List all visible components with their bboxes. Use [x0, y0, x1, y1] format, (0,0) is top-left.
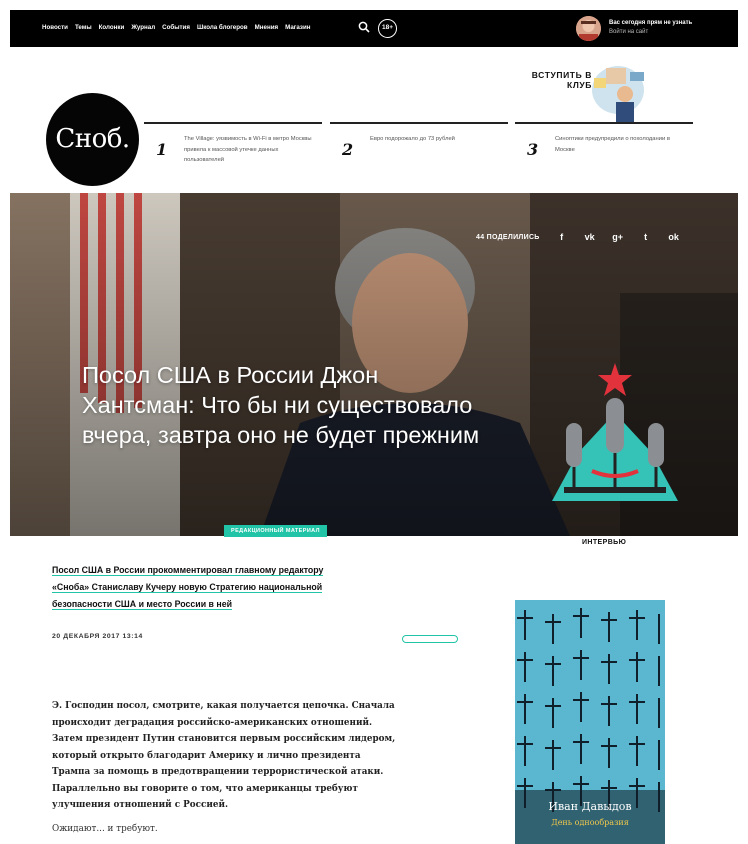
body-line: происходит деградация российско-американ…: [52, 717, 373, 728]
article-body: Э. Господин посол, смотрите, какая получ…: [52, 698, 462, 814]
article-title[interactable]: Посол США в России Джон Хантсман: Что бы…: [82, 360, 482, 450]
body-line: который открыто благодарит Америку и лич…: [52, 750, 361, 761]
top-news-number: 1: [156, 140, 168, 159]
search-icon[interactable]: [358, 21, 370, 33]
login-link[interactable]: Войти на сайт: [609, 28, 692, 37]
page-frame: Новости Темы Колонки Журнал События Школ…: [10, 10, 738, 844]
nav-item-blog-school[interactable]: Школа блогеров: [197, 24, 248, 31]
site-logo[interactable]: Сноб.: [46, 93, 139, 186]
body-line: улучшения отношений с Россией.: [52, 800, 229, 810]
body-tail: Ожидают... и требуют.: [52, 824, 158, 834]
nav-item-shop[interactable]: Магазин: [285, 24, 310, 31]
nav-item-magazine[interactable]: Журнал: [131, 24, 155, 31]
interview-microphone-icon: [552, 363, 678, 501]
top-news-text: Евро подорожало до 73 рублей: [370, 136, 455, 142]
publish-date: 20 ДЕКАБРЯ 2017 13:14: [52, 633, 143, 640]
nav-item-events[interactable]: События: [162, 24, 190, 31]
hero-banner[interactable]: 44 ПОДЕЛИЛИСЬ f vk g+ t ok Посол США в Р…: [10, 193, 738, 536]
nav-menu: Новости Темы Колонки Журнал События Школ…: [42, 24, 311, 31]
nav-item-topics[interactable]: Темы: [75, 24, 92, 31]
lead-line: «Сноба» Станиславу Кучеру новую Стратеги…: [52, 582, 323, 593]
odnoklassniki-icon[interactable]: ok: [668, 232, 680, 242]
top-navigation: Новости Темы Колонки Журнал События Школ…: [10, 10, 738, 47]
book-title: День однообразия: [551, 818, 629, 827]
article-lead: Посол США в России прокомментировал глав…: [52, 562, 432, 613]
editorial-tag[interactable]: РЕДАКЦИОННЫЙ МАТЕРИАЛ: [224, 525, 327, 537]
join-club-label: ВСТУПИТЬ В КЛУБ: [531, 70, 592, 90]
book-promo[interactable]: Иван Давыдов День однообразия: [515, 600, 665, 844]
lead-line: безопасности США и место России в ней: [52, 599, 233, 610]
top-news-text: The Village: уязвимость в Wi-Fi в метро …: [184, 136, 312, 163]
user-greeting[interactable]: Вас сегодня прям не узнать Войти на сайт: [609, 19, 692, 37]
top-news-number: 2: [342, 140, 354, 159]
nav-item-opinions[interactable]: Мнения: [255, 24, 278, 31]
tag-pill[interactable]: [402, 635, 458, 643]
nav-item-columns[interactable]: Колонки: [99, 24, 125, 31]
top-news-item-1[interactable]: 1 The Village: уязвимость в Wi-Fi в метр…: [144, 122, 322, 182]
nav-item-news[interactable]: Новости: [42, 24, 68, 31]
body-line: Трампа за помощь в предотвращении террор…: [52, 767, 384, 777]
divider: [330, 122, 508, 124]
age-rating-badge: 18+: [378, 19, 397, 38]
share-count: 44 ПОДЕЛИЛИСЬ: [476, 233, 540, 241]
share-bar: 44 ПОДЕЛИЛИСЬ f vk g+ t ok: [476, 232, 680, 242]
body-line: Э. Господин посол, смотрите, какая получ…: [52, 701, 395, 711]
user-greeting-line1: Вас сегодня прям не узнать: [609, 20, 693, 26]
join-club-banner[interactable]: ВСТУПИТЬ В КЛУБ: [520, 50, 668, 126]
top-news-number: 3: [527, 140, 539, 159]
vk-icon[interactable]: vk: [584, 232, 596, 242]
body-line: Параллельно вы говорите о том, что амери…: [52, 783, 358, 794]
divider: [515, 122, 693, 124]
google-plus-icon[interactable]: g+: [612, 232, 624, 242]
avatar[interactable]: [576, 16, 601, 41]
book-author: Иван Давыдов: [548, 800, 632, 813]
facebook-icon[interactable]: f: [556, 232, 568, 242]
twitter-icon[interactable]: t: [640, 232, 652, 242]
divider: [144, 122, 322, 124]
top-news-item-2[interactable]: 2 Евро подорожало до 73 рублей: [330, 122, 508, 182]
rubric-label[interactable]: ИНТЕРВЬЮ: [582, 539, 626, 546]
body-line: Затем президент Путин становится первым …: [52, 734, 396, 744]
lead-line: Посол США в России прокомментировал глав…: [52, 565, 324, 576]
top-news-text: Синоптики предупредили о похолодании в М…: [555, 136, 670, 153]
top-news-item-3[interactable]: 3 Синоптики предупредили о похолодании в…: [515, 122, 693, 182]
